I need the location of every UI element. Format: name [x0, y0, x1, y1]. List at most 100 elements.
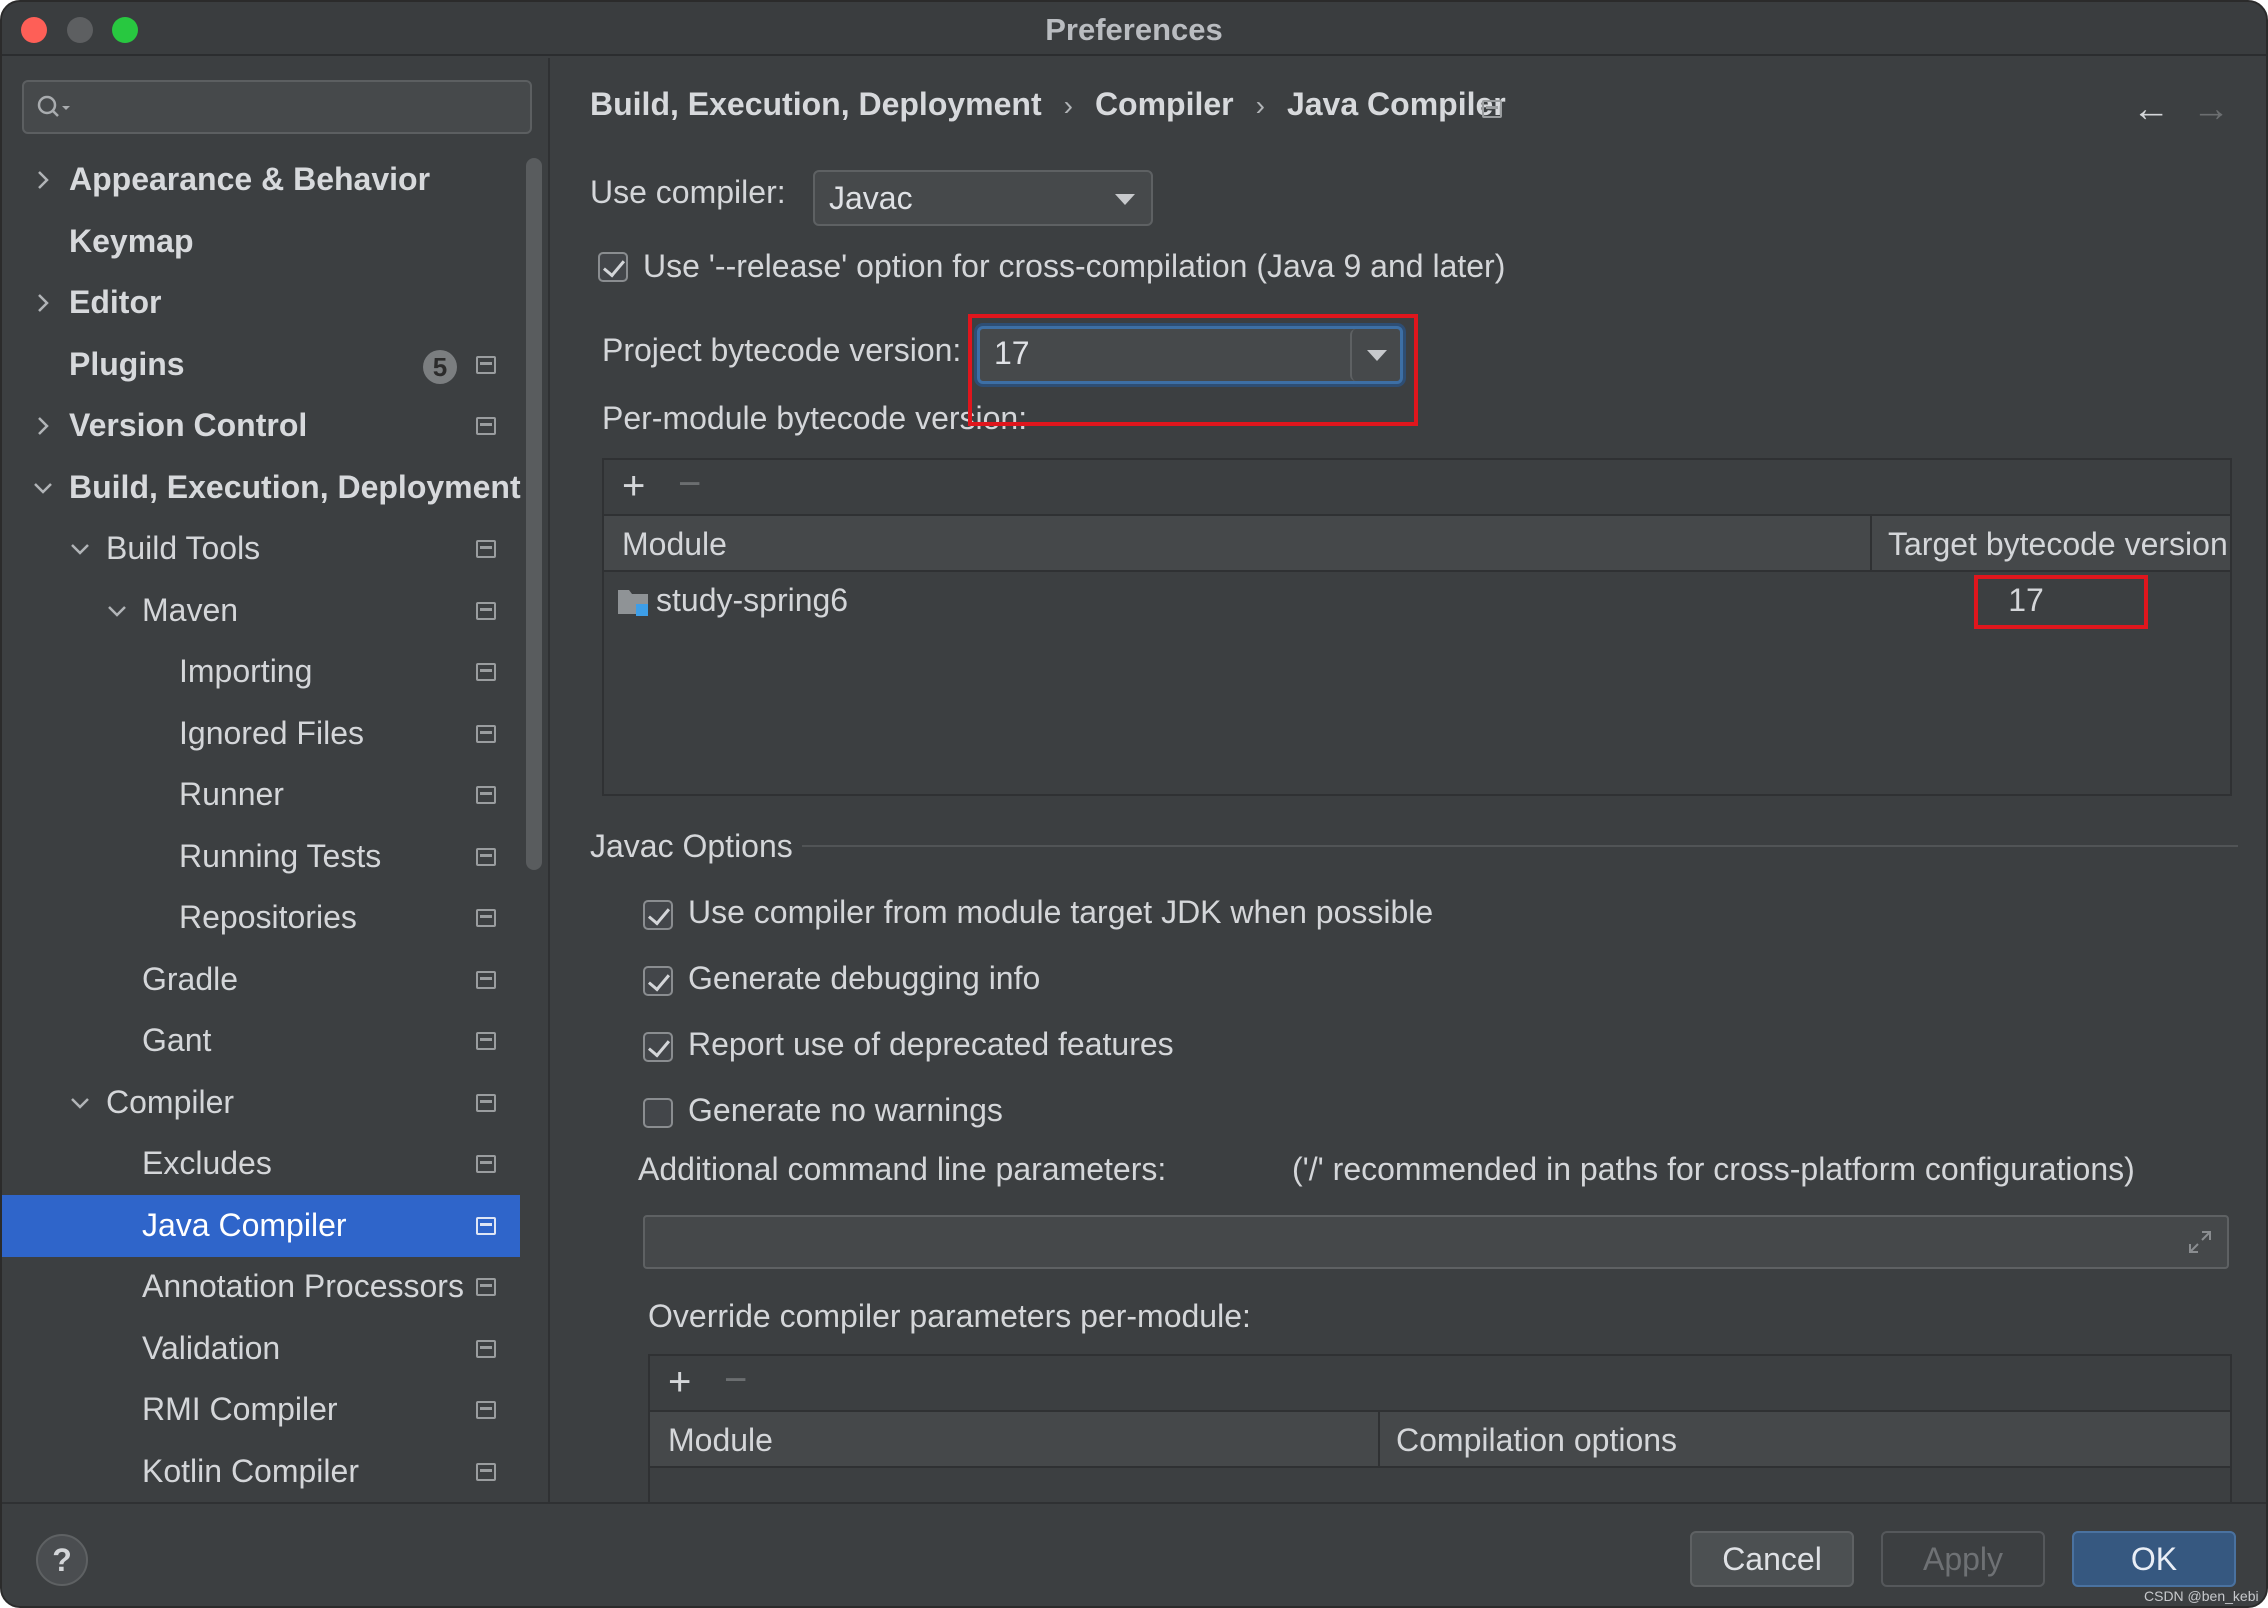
deprecated-features-checkbox[interactable]: [643, 1032, 673, 1062]
tree-item-appearance-behavior[interactable]: Appearance & Behavior: [2, 149, 520, 211]
search-icon: [37, 95, 70, 117]
tree-item-compiler[interactable]: Compiler: [2, 1072, 520, 1134]
column-divider[interactable]: [1870, 516, 1872, 572]
tree-item-maven[interactable]: Maven: [2, 580, 520, 642]
breadcrumb-item[interactable]: Compiler: [1095, 86, 1234, 123]
add-icon[interactable]: +: [668, 1360, 691, 1405]
breadcrumb-item: Java Compiler: [1286, 86, 1506, 122]
tree-item-version-control[interactable]: Version Control: [2, 395, 520, 457]
tree-item-label: Ignored Files: [179, 715, 364, 751]
chevron-down-icon[interactable]: [30, 475, 56, 501]
tree-item-label: Validation: [142, 1330, 281, 1366]
column-header-compilation-options[interactable]: Compilation options: [1396, 1422, 1677, 1459]
tree-item-importing[interactable]: Importing: [2, 641, 520, 703]
table-toolbar: + −: [650, 1356, 2230, 1412]
tree-item-rmi-compiler[interactable]: RMI Compiler: [2, 1379, 520, 1441]
settings-content: Build, Execution, Deployment › Compiler › Ja…: [552, 58, 2266, 1504]
column-header-module[interactable]: Module: [622, 526, 727, 563]
tree-item-keymap[interactable]: Keymap: [2, 211, 520, 273]
settings-sidebar: Appearance & Behavior Keymap Editor Plug…: [2, 58, 550, 1502]
checkbox-label: Use compiler from module target JDK when…: [688, 894, 1434, 930]
project-level-icon: [476, 1278, 496, 1296]
use-target-jdk-checkbox[interactable]: [643, 900, 673, 930]
project-level-icon: [476, 602, 496, 620]
chevron-right-icon[interactable]: [30, 290, 56, 316]
tree-item-label: Running Tests: [179, 838, 382, 874]
project-level-icon: [1482, 100, 1502, 118]
help-button[interactable]: ?: [36, 1534, 88, 1586]
table-header: Module Compilation options: [650, 1412, 2230, 1468]
dialog-footer: ? Cancel Apply OK CSDN @ben_kebi: [2, 1502, 2266, 1606]
release-option-label: Use '--release' option for cross-compila…: [643, 248, 1506, 284]
apply-button[interactable]: Apply: [1881, 1531, 2045, 1587]
project-level-icon: [476, 971, 496, 989]
additional-params-hint: ('/' recommended in paths for cross-plat…: [1292, 1151, 2135, 1187]
sidebar-scrollbar[interactable]: [526, 158, 542, 870]
project-level-icon: [476, 1094, 496, 1112]
tree-item-ignored-files[interactable]: Ignored Files: [2, 703, 520, 765]
chevron-down-icon: [1115, 194, 1135, 205]
chevron-right-icon[interactable]: [30, 413, 56, 439]
table-header: Module Target bytecode version: [604, 516, 2230, 572]
tree-item-kotlin-compiler[interactable]: Kotlin Compiler: [2, 1441, 520, 1503]
checkbox-label: Generate no warnings: [688, 1092, 1003, 1128]
tree-item-build-tools[interactable]: Build Tools: [2, 518, 520, 580]
column-divider[interactable]: [1378, 1412, 1380, 1468]
tree-item-label: Repositories: [179, 899, 357, 935]
tree-item-editor[interactable]: Editor: [2, 272, 520, 334]
tree-item-annotation-processors[interactable]: Annotation Processors: [2, 1256, 520, 1318]
tree-item-label: Keymap: [69, 223, 194, 259]
search-input[interactable]: [22, 80, 532, 134]
back-arrow-icon[interactable]: ←: [2132, 88, 2170, 131]
use-compiler-dropdown[interactable]: Javac: [813, 170, 1153, 226]
no-warnings-checkbox[interactable]: [643, 1098, 673, 1128]
tree-item-label: Appearance & Behavior: [69, 161, 431, 197]
tree-item-label: Compiler: [106, 1084, 235, 1120]
tree-item-repositories[interactable]: Repositories: [2, 887, 520, 949]
remove-icon[interactable]: −: [724, 1358, 747, 1403]
tree-item-gradle[interactable]: Gradle: [2, 949, 520, 1011]
tree-item-plugins[interactable]: Plugins 5: [2, 334, 520, 396]
chevron-down-icon[interactable]: [67, 1090, 93, 1116]
preferences-window: Preferences Appearance & Behavior Keymap: [0, 0, 2268, 1608]
tree-item-label: Importing: [179, 653, 313, 689]
project-level-icon: [476, 356, 496, 374]
project-level-icon: [476, 1401, 496, 1419]
tree-item-runner[interactable]: Runner: [2, 764, 520, 826]
project-level-icon: [476, 1463, 496, 1481]
column-header-target[interactable]: Target bytecode version: [1888, 526, 2228, 563]
tree-item-label: Editor: [69, 284, 162, 320]
add-icon[interactable]: +: [622, 464, 645, 509]
project-level-icon: [476, 1217, 496, 1235]
tree-item-validation[interactable]: Validation: [2, 1318, 520, 1380]
tree-item-build-execution-deployment[interactable]: Build, Execution, Deployment: [2, 457, 521, 519]
column-header-module[interactable]: Module: [668, 1422, 773, 1459]
additional-params-input[interactable]: [643, 1215, 2229, 1269]
chevron-right-icon[interactable]: [30, 167, 56, 193]
window-title: Preferences: [1045, 12, 1223, 47]
tree-item-label: Build Tools: [106, 530, 261, 566]
debugging-info-checkbox[interactable]: [643, 966, 673, 996]
tree-item-label: Plugins: [69, 346, 185, 382]
forward-arrow-icon[interactable]: →: [2192, 88, 2230, 131]
tree-item-java-compiler[interactable]: Java Compiler: [2, 1195, 520, 1257]
chevron-down-icon[interactable]: [104, 598, 130, 624]
project-bytecode-label: Project bytecode version:: [602, 332, 962, 368]
breadcrumb-item[interactable]: Build, Execution, Deployment: [590, 86, 1042, 123]
tree-item-running-tests[interactable]: Running Tests: [2, 826, 520, 888]
cancel-button[interactable]: Cancel: [1690, 1531, 1854, 1587]
additional-params-label: Additional command line parameters:: [638, 1151, 1167, 1187]
ok-button[interactable]: OK: [2072, 1531, 2236, 1587]
release-option-checkbox[interactable]: [598, 252, 628, 282]
project-level-icon: [476, 786, 496, 804]
tree-item-label: Kotlin Compiler: [142, 1453, 359, 1489]
tree-item-excludes[interactable]: Excludes: [2, 1133, 520, 1195]
chevron-down-icon[interactable]: [67, 536, 93, 562]
tree-item-label: Excludes: [142, 1145, 272, 1181]
tree-item-label: Gradle: [142, 961, 239, 997]
expand-icon[interactable]: [2187, 1229, 2213, 1255]
override-params-table: + − Module Compilation options: [648, 1354, 2232, 1504]
project-level-icon: [476, 725, 496, 743]
tree-item-gant[interactable]: Gant: [2, 1010, 520, 1072]
remove-icon[interactable]: −: [678, 462, 701, 507]
